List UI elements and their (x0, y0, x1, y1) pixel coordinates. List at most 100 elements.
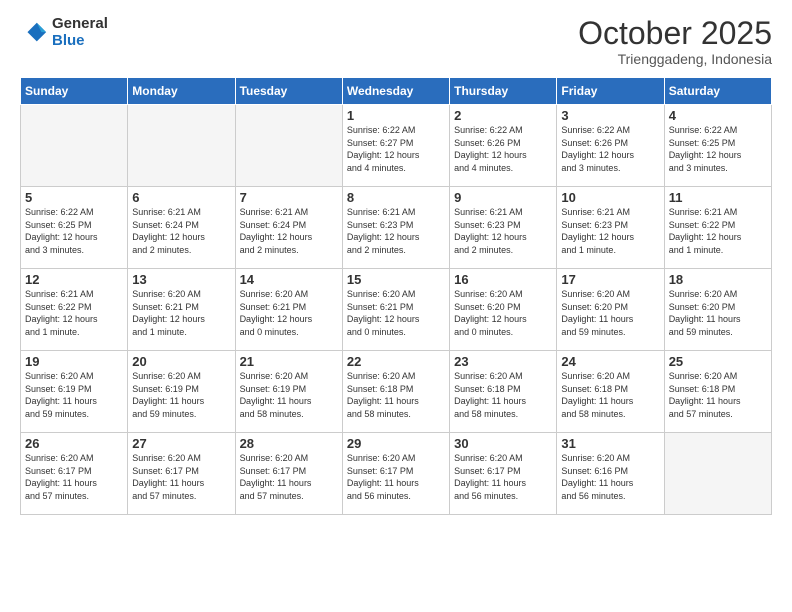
day-cell: 16Sunrise: 6:20 AM Sunset: 6:20 PM Dayli… (450, 269, 557, 351)
day-number: 5 (25, 190, 123, 205)
weekday-header-friday: Friday (557, 78, 664, 105)
day-number: 3 (561, 108, 659, 123)
week-row-3: 19Sunrise: 6:20 AM Sunset: 6:19 PM Dayli… (21, 351, 772, 433)
header: General Blue October 2025 Trienggadeng, … (20, 16, 772, 67)
day-number: 4 (669, 108, 767, 123)
day-cell: 21Sunrise: 6:20 AM Sunset: 6:19 PM Dayli… (235, 351, 342, 433)
week-row-0: 1Sunrise: 6:22 AM Sunset: 6:27 PM Daylig… (21, 105, 772, 187)
day-cell (664, 433, 771, 515)
day-info: Sunrise: 6:21 AM Sunset: 6:22 PM Dayligh… (25, 288, 123, 338)
day-number: 21 (240, 354, 338, 369)
day-cell: 25Sunrise: 6:20 AM Sunset: 6:18 PM Dayli… (664, 351, 771, 433)
day-cell: 15Sunrise: 6:20 AM Sunset: 6:21 PM Dayli… (342, 269, 449, 351)
day-cell: 11Sunrise: 6:21 AM Sunset: 6:22 PM Dayli… (664, 187, 771, 269)
day-number: 2 (454, 108, 552, 123)
page: General Blue October 2025 Trienggadeng, … (0, 0, 792, 612)
day-cell: 27Sunrise: 6:20 AM Sunset: 6:17 PM Dayli… (128, 433, 235, 515)
day-info: Sunrise: 6:20 AM Sunset: 6:19 PM Dayligh… (25, 370, 123, 420)
day-cell: 3Sunrise: 6:22 AM Sunset: 6:26 PM Daylig… (557, 105, 664, 187)
day-info: Sunrise: 6:20 AM Sunset: 6:19 PM Dayligh… (132, 370, 230, 420)
day-number: 29 (347, 436, 445, 451)
week-row-4: 26Sunrise: 6:20 AM Sunset: 6:17 PM Dayli… (21, 433, 772, 515)
weekday-header-sunday: Sunday (21, 78, 128, 105)
day-cell: 9Sunrise: 6:21 AM Sunset: 6:23 PM Daylig… (450, 187, 557, 269)
day-info: Sunrise: 6:20 AM Sunset: 6:18 PM Dayligh… (669, 370, 767, 420)
day-cell: 10Sunrise: 6:21 AM Sunset: 6:23 PM Dayli… (557, 187, 664, 269)
day-number: 17 (561, 272, 659, 287)
day-cell (128, 105, 235, 187)
day-number: 23 (454, 354, 552, 369)
day-cell: 31Sunrise: 6:20 AM Sunset: 6:16 PM Dayli… (557, 433, 664, 515)
day-info: Sunrise: 6:21 AM Sunset: 6:23 PM Dayligh… (347, 206, 445, 256)
day-cell: 20Sunrise: 6:20 AM Sunset: 6:19 PM Dayli… (128, 351, 235, 433)
day-info: Sunrise: 6:21 AM Sunset: 6:22 PM Dayligh… (669, 206, 767, 256)
logo-icon (20, 19, 48, 47)
weekday-header-row: SundayMondayTuesdayWednesdayThursdayFrid… (21, 78, 772, 105)
day-cell: 7Sunrise: 6:21 AM Sunset: 6:24 PM Daylig… (235, 187, 342, 269)
weekday-header-thursday: Thursday (450, 78, 557, 105)
day-cell: 19Sunrise: 6:20 AM Sunset: 6:19 PM Dayli… (21, 351, 128, 433)
logo-general: General (52, 16, 108, 33)
day-info: Sunrise: 6:22 AM Sunset: 6:27 PM Dayligh… (347, 124, 445, 174)
day-cell: 28Sunrise: 6:20 AM Sunset: 6:17 PM Dayli… (235, 433, 342, 515)
weekday-header-tuesday: Tuesday (235, 78, 342, 105)
day-number: 14 (240, 272, 338, 287)
day-cell (21, 105, 128, 187)
day-info: Sunrise: 6:20 AM Sunset: 6:18 PM Dayligh… (454, 370, 552, 420)
day-cell: 22Sunrise: 6:20 AM Sunset: 6:18 PM Dayli… (342, 351, 449, 433)
day-info: Sunrise: 6:20 AM Sunset: 6:18 PM Dayligh… (347, 370, 445, 420)
day-cell: 6Sunrise: 6:21 AM Sunset: 6:24 PM Daylig… (128, 187, 235, 269)
day-number: 16 (454, 272, 552, 287)
day-number: 9 (454, 190, 552, 205)
day-info: Sunrise: 6:20 AM Sunset: 6:16 PM Dayligh… (561, 452, 659, 502)
day-cell: 26Sunrise: 6:20 AM Sunset: 6:17 PM Dayli… (21, 433, 128, 515)
day-number: 7 (240, 190, 338, 205)
day-number: 19 (25, 354, 123, 369)
day-info: Sunrise: 6:20 AM Sunset: 6:17 PM Dayligh… (240, 452, 338, 502)
week-row-1: 5Sunrise: 6:22 AM Sunset: 6:25 PM Daylig… (21, 187, 772, 269)
day-cell: 1Sunrise: 6:22 AM Sunset: 6:27 PM Daylig… (342, 105, 449, 187)
location: Trienggadeng, Indonesia (578, 51, 772, 67)
day-info: Sunrise: 6:20 AM Sunset: 6:17 PM Dayligh… (454, 452, 552, 502)
day-info: Sunrise: 6:20 AM Sunset: 6:19 PM Dayligh… (240, 370, 338, 420)
day-cell: 5Sunrise: 6:22 AM Sunset: 6:25 PM Daylig… (21, 187, 128, 269)
day-cell: 18Sunrise: 6:20 AM Sunset: 6:20 PM Dayli… (664, 269, 771, 351)
day-cell (235, 105, 342, 187)
day-info: Sunrise: 6:20 AM Sunset: 6:20 PM Dayligh… (669, 288, 767, 338)
week-row-2: 12Sunrise: 6:21 AM Sunset: 6:22 PM Dayli… (21, 269, 772, 351)
day-info: Sunrise: 6:21 AM Sunset: 6:24 PM Dayligh… (240, 206, 338, 256)
day-info: Sunrise: 6:21 AM Sunset: 6:23 PM Dayligh… (561, 206, 659, 256)
day-cell: 30Sunrise: 6:20 AM Sunset: 6:17 PM Dayli… (450, 433, 557, 515)
day-cell: 2Sunrise: 6:22 AM Sunset: 6:26 PM Daylig… (450, 105, 557, 187)
day-number: 11 (669, 190, 767, 205)
day-cell: 17Sunrise: 6:20 AM Sunset: 6:20 PM Dayli… (557, 269, 664, 351)
day-info: Sunrise: 6:20 AM Sunset: 6:21 PM Dayligh… (132, 288, 230, 338)
day-number: 18 (669, 272, 767, 287)
weekday-header-wednesday: Wednesday (342, 78, 449, 105)
day-cell: 13Sunrise: 6:20 AM Sunset: 6:21 PM Dayli… (128, 269, 235, 351)
title-block: October 2025 Trienggadeng, Indonesia (578, 16, 772, 67)
day-number: 1 (347, 108, 445, 123)
day-info: Sunrise: 6:20 AM Sunset: 6:18 PM Dayligh… (561, 370, 659, 420)
weekday-header-monday: Monday (128, 78, 235, 105)
day-number: 20 (132, 354, 230, 369)
day-number: 13 (132, 272, 230, 287)
day-number: 6 (132, 190, 230, 205)
day-info: Sunrise: 6:22 AM Sunset: 6:26 PM Dayligh… (561, 124, 659, 174)
day-cell: 29Sunrise: 6:20 AM Sunset: 6:17 PM Dayli… (342, 433, 449, 515)
logo-blue: Blue (52, 33, 108, 50)
day-info: Sunrise: 6:21 AM Sunset: 6:24 PM Dayligh… (132, 206, 230, 256)
day-number: 27 (132, 436, 230, 451)
day-cell: 8Sunrise: 6:21 AM Sunset: 6:23 PM Daylig… (342, 187, 449, 269)
calendar: SundayMondayTuesdayWednesdayThursdayFrid… (20, 77, 772, 515)
logo: General Blue (20, 16, 108, 49)
day-info: Sunrise: 6:20 AM Sunset: 6:20 PM Dayligh… (454, 288, 552, 338)
day-number: 24 (561, 354, 659, 369)
day-number: 31 (561, 436, 659, 451)
day-info: Sunrise: 6:20 AM Sunset: 6:21 PM Dayligh… (240, 288, 338, 338)
day-cell: 23Sunrise: 6:20 AM Sunset: 6:18 PM Dayli… (450, 351, 557, 433)
day-info: Sunrise: 6:20 AM Sunset: 6:20 PM Dayligh… (561, 288, 659, 338)
day-number: 22 (347, 354, 445, 369)
day-number: 28 (240, 436, 338, 451)
day-info: Sunrise: 6:22 AM Sunset: 6:26 PM Dayligh… (454, 124, 552, 174)
